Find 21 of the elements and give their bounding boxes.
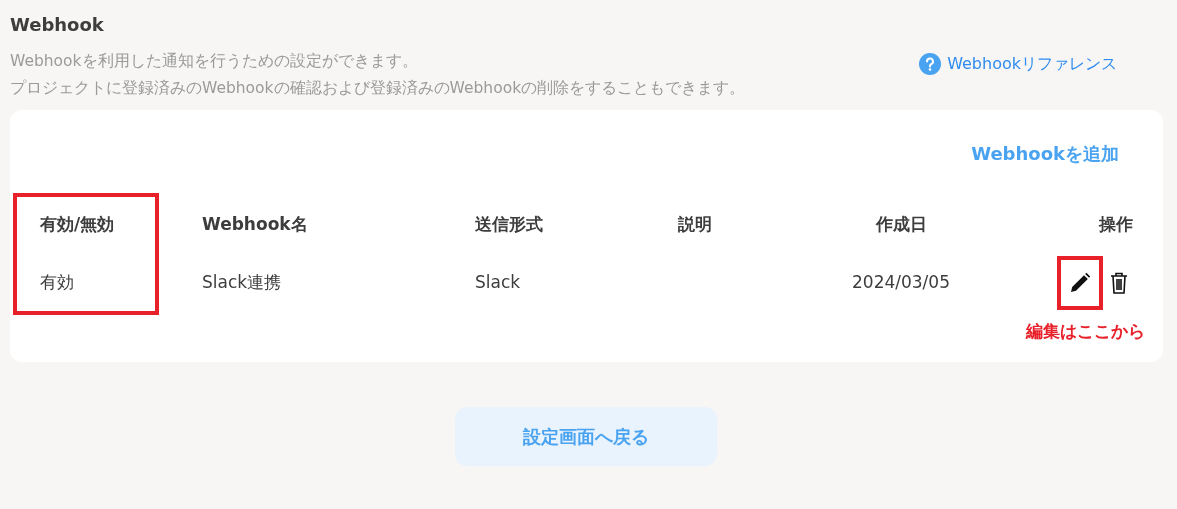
- description-text: Webhookを利用した通知を行うための設定ができます。: [10, 50, 419, 72]
- annotation-note: 編集はここから: [1024, 319, 1145, 343]
- edit-button[interactable]: [1057, 255, 1103, 310]
- column-header: 送信形式: [475, 212, 544, 236]
- column-header: 作成日: [874, 212, 928, 236]
- column-header: 説明: [678, 212, 713, 236]
- help-icon: [919, 52, 942, 75]
- column-header: 有効/無効: [40, 212, 116, 236]
- pencil-icon: [1069, 271, 1091, 294]
- section-title: Webhook: [10, 14, 105, 36]
- reference-link[interactable]: Webhookリファレンス: [919, 51, 1117, 76]
- trash-icon: [1110, 271, 1128, 294]
- description-text: プロジェクトに登録済みのWebhookの確認および登録済みのWebhookの削除をすることもできます。: [10, 77, 746, 99]
- table-cell-text: Slack: [475, 270, 522, 294]
- table-cell-text: 有効: [40, 270, 75, 294]
- back-button[interactable]: 設定画面へ戻る: [455, 407, 717, 467]
- add-webhook-link[interactable]: Webhookを追加: [971, 139, 1119, 167]
- column-header: Webhook名: [202, 212, 309, 236]
- table-cell-text: 2024/03/05: [851, 270, 951, 294]
- column-header: 操作: [1097, 212, 1133, 236]
- table-cell-text: Slack連携: [202, 270, 283, 294]
